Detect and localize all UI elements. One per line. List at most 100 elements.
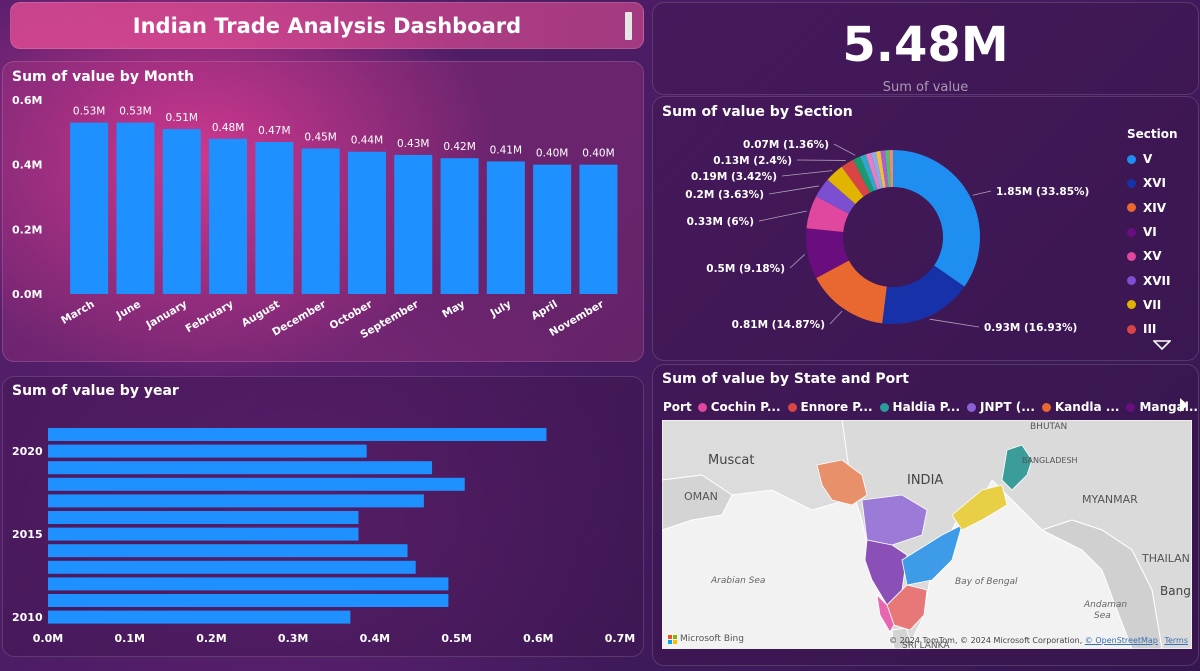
chevron-right-icon[interactable]	[1180, 398, 1188, 412]
year-chart-card[interactable]: Sum of value by year 2020 2015 2010 0.0M 0.1…	[2, 376, 644, 657]
port-legend-item[interactable]: Mangal...	[1126, 400, 1198, 414]
slice-label: 0.5M (9.18%)	[706, 263, 785, 275]
leader-line	[929, 318, 980, 328]
x-tick-label: 0.1M	[114, 632, 144, 645]
port-legend-item[interactable]: Haldia P...	[879, 400, 960, 414]
legend-label: XV	[1143, 249, 1162, 264]
data-label: 0.41M	[490, 144, 522, 156]
bar-year-2010[interactable]	[48, 610, 351, 624]
kpi-card[interactable]: 5.48M Sum of value	[652, 2, 1199, 95]
leader-line	[768, 185, 819, 195]
x-tick-label: 0.7M	[605, 632, 635, 645]
legend-dot	[1127, 276, 1136, 286]
bar-february[interactable]	[209, 138, 248, 294]
legend-label: III	[1143, 322, 1157, 337]
x-tick-label: July	[488, 298, 514, 320]
bar-july[interactable]	[486, 161, 525, 294]
place-andaman: Andaman	[1084, 600, 1128, 610]
year-bar-chart[interactable]: 2020 2015 2010 0.0M 0.1M 0.2M 0.3M 0.4M 0.5M 0.6M…	[3, 377, 644, 657]
kpi-value: 5.48M	[842, 17, 1009, 73]
bar-november[interactable]	[579, 164, 618, 294]
legend-dot	[1127, 227, 1136, 237]
bar-year-2018[interactable]	[48, 477, 465, 491]
legend-label: V	[1143, 152, 1153, 167]
bar-year-2013[interactable]	[48, 560, 416, 574]
data-label: 0.40M	[536, 148, 568, 160]
bar-year-2019[interactable]	[48, 461, 433, 475]
x-tick-label: April	[529, 298, 559, 322]
x-tick-label: January	[143, 298, 189, 331]
x-tick-label: 0.3M	[278, 632, 308, 645]
map-view[interactable]: Muscat OMAN INDIA MYANMAR THAILAN BHUTAN…	[662, 420, 1192, 649]
slice-label: 0.2M (3.63%)	[685, 189, 764, 201]
legend-item-xv[interactable]: XV	[1127, 244, 1178, 268]
bar-year-2021[interactable]	[48, 428, 547, 441]
bing-logo: Microsoft Bing	[668, 634, 744, 644]
x-tick-label: 0.2M	[196, 632, 226, 645]
month-bar-chart[interactable]: 0.0M 0.2M 0.4M 0.6M 0.53M March 0.53M June 0.51M…	[3, 62, 644, 362]
kpi-label: Sum of value	[882, 80, 969, 95]
donut-slice-v[interactable]	[893, 150, 980, 287]
bar-year-2014[interactable]	[48, 544, 408, 558]
bar-august[interactable]	[255, 142, 294, 294]
legend-item-xvii[interactable]: XVII	[1127, 268, 1178, 292]
bar-year-2020[interactable]	[48, 444, 367, 458]
port-legend-label: Kandla ...	[1054, 400, 1120, 414]
map-chart-card[interactable]: Sum of value by State and Port Port Coch…	[652, 364, 1199, 666]
chevron-down-icon[interactable]	[1153, 340, 1171, 350]
bar-june[interactable]	[116, 122, 155, 294]
slice-label: 0.13M (2.4%)	[713, 155, 792, 167]
bar-april[interactable]	[533, 164, 572, 294]
place-bay-of-bengal: Bay of Bengal	[955, 577, 1018, 587]
bar-october[interactable]	[347, 151, 386, 294]
leader-line	[758, 210, 807, 222]
legend-dot	[1127, 251, 1136, 261]
data-label: 0.53M	[73, 106, 105, 118]
place-arabian-sea: Arabian Sea	[711, 576, 766, 586]
y-tick-label: 0.0M	[12, 288, 42, 301]
scroll-handle[interactable]	[625, 12, 632, 40]
bar-year-2017[interactable]	[48, 494, 424, 508]
legend-item-v[interactable]: V	[1127, 147, 1178, 171]
month-chart-card[interactable]: Sum of value by Month 0.0M 0.2M 0.4M 0.6M 0.…	[2, 61, 644, 362]
section-donut-chart[interactable]: 1.85M (33.85%) 0.93M (16.93%) 0.81M (14.87…	[653, 97, 1123, 361]
place-myanmar: MYANMAR	[1082, 493, 1138, 506]
legend-item-iii[interactable]: III	[1127, 317, 1178, 341]
port-legend-item[interactable]: Ennore P...	[787, 400, 873, 414]
legend-item-xiv[interactable]: XIV	[1127, 196, 1178, 220]
dashboard-title-banner: Indian Trade Analysis Dashboard	[10, 2, 644, 49]
y-tick-label: 0.2M	[12, 223, 42, 236]
port-legend-item[interactable]: JNPT (...	[967, 400, 1035, 414]
place-thailand: THAILAN	[1142, 552, 1190, 565]
legend-dot	[1127, 178, 1136, 188]
bar-year-2012[interactable]	[48, 577, 449, 591]
bar-year-2015[interactable]	[48, 527, 359, 541]
bar-year-2011[interactable]	[48, 594, 449, 607]
x-tick-label: 0.6M	[523, 632, 553, 645]
legend-item-xvi[interactable]: XVI	[1127, 171, 1178, 195]
port-legend-item[interactable]: Kandla ...	[1041, 400, 1120, 414]
legend-dot	[1127, 203, 1136, 213]
section-chart-card[interactable]: Sum of value by Section 1.85M (33.85%) 0.…	[652, 96, 1199, 361]
leader-line	[829, 310, 843, 325]
legend-dot	[879, 402, 889, 412]
y-tick-label: 0.6M	[12, 94, 42, 107]
port-legend-item[interactable]: Cochin P...	[697, 400, 781, 414]
bar-january[interactable]	[162, 129, 201, 294]
legend-label: VI	[1143, 225, 1157, 240]
bar-may[interactable]	[440, 158, 479, 294]
osm-link[interactable]: © OpenStreetMap	[1085, 636, 1158, 645]
map-attribution: © 2024 TomTom, © 2024 Microsoft Corporat…	[889, 636, 1188, 645]
legend-item-vi[interactable]: VI	[1127, 220, 1178, 244]
bar-year-2016[interactable]	[48, 511, 359, 524]
data-label: 0.43M	[397, 138, 429, 150]
bar-december[interactable]	[301, 148, 340, 295]
place-bhutan: BHUTAN	[1030, 422, 1068, 432]
data-label: 0.47M	[258, 125, 290, 137]
terms-link[interactable]: Terms	[1164, 636, 1188, 645]
legend-item-vii[interactable]: VII	[1127, 293, 1178, 317]
bar-march[interactable]	[70, 122, 109, 294]
data-label: 0.51M	[166, 112, 198, 124]
port-legend-label: Ennore P...	[800, 400, 873, 414]
bar-september[interactable]	[394, 154, 433, 294]
